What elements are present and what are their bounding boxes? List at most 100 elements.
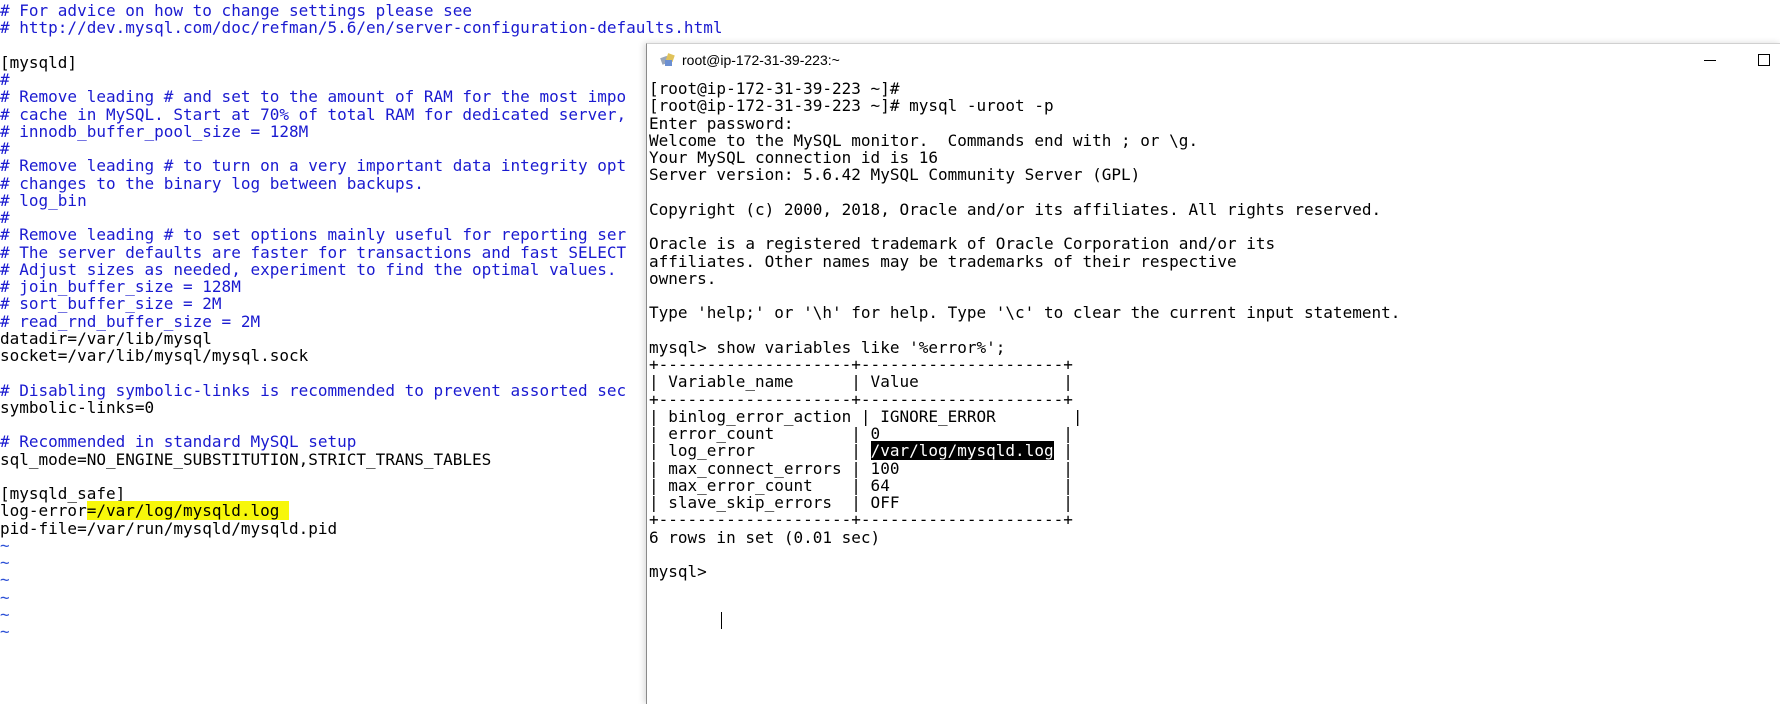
vim-empty-line-marker: ~ — [0, 536, 10, 555]
terminal-line: Server version: 5.6.42 MySQL Community S… — [649, 165, 1140, 184]
editor-line: # join_buffer_size = 128M — [0, 277, 241, 296]
editor-line: # cache in MySQL. Start at 70% of total … — [0, 105, 626, 124]
terminal-line: Oracle is a registered trademark of Orac… — [649, 234, 1275, 253]
editor-line-text: # Adjust sizes as needed, experiment to … — [0, 259, 617, 279]
terminal-line-text: +--------------------+------------------… — [649, 510, 1073, 530]
terminal-line-text: mysql> show variables like '%error%'; — [649, 337, 1006, 357]
terminal-titlebar[interactable]: root@ip-172-31-39-223:~ — [647, 44, 1780, 76]
vim-empty-line-marker: ~ — [0, 553, 10, 572]
editor-line-text: ~ — [0, 622, 10, 641]
editor-line-text: # For advice on how to change settings p… — [0, 1, 473, 20]
editor-line: # Remove leading # to turn on a very imp… — [0, 156, 626, 175]
editor-line-text: datadir=/var/lib/mysql — [0, 328, 212, 348]
terminal-line: Type 'help;' or '\h' for help. Type '\c'… — [649, 303, 1400, 322]
editor-line-text: # Disabling symbolic-links is recommende… — [0, 380, 627, 400]
editor-line: # For advice on how to change settings p… — [0, 1, 472, 20]
terminal-line: affiliates. Other names may be trademark… — [649, 252, 1237, 271]
editor-line-text: # Remove leading # to set options mainly… — [0, 225, 627, 245]
terminal-line-text: Welcome to the MySQL monitor. Commands e… — [649, 130, 1199, 150]
editor-line-text: ~ — [0, 553, 10, 572]
terminal-line-text: Your MySQL connection id is 16 — [649, 148, 938, 167]
editor-line-text: sql_mode=NO_ENGINE_SUBSTITUTION,STRICT_T… — [0, 449, 492, 469]
editor-line-text: ~ — [0, 535, 10, 555]
terminal-line: | max_error_count | 64 | — [649, 476, 1073, 495]
terminal-line-text: [root@ip-172-31-39-223 ~]# — [649, 79, 900, 98]
vim-empty-line-marker: ~ — [0, 605, 10, 624]
terminal-line-text: Oracle is a registered trademark of Orac… — [649, 234, 1276, 254]
selected-log-path[interactable]: /var/log/mysqld.log — [870, 441, 1054, 461]
editor-line: symbolic-links=0 — [0, 398, 154, 417]
terminal-line: [root@ip-172-31-39-223 ~]# — [649, 79, 899, 98]
terminal-line-text: | max_connect_errors | 100 | — [649, 458, 1073, 478]
terminal-title: root@ip-172-31-39-223:~ — [682, 52, 840, 68]
vim-empty-line-marker: ~ — [0, 588, 10, 607]
terminal-line: 6 rows in set (0.01 sec) — [649, 528, 880, 547]
terminal-line-text: | max_error_count | 64 | — [649, 475, 1073, 495]
terminal-line-text: Server version: 5.6.42 MySQL Community S… — [649, 165, 1141, 185]
terminal-line-text: | slave_skip_errors | OFF | — [649, 493, 1073, 512]
editor-line: datadir=/var/lib/mysql — [0, 329, 212, 348]
terminal-line: owners. — [649, 269, 716, 288]
editor-line-text: # cache in MySQL. Start at 70% of total … — [0, 104, 627, 124]
editor-line-text: [mysqld_safe] — [0, 484, 126, 503]
editor-line: [mysqld_safe] — [0, 484, 125, 503]
terminal-window[interactable]: root@ip-172-31-39-223:~ [root@ip-172-31-… — [646, 43, 1780, 704]
editor-line-text: # log_bin — [0, 190, 87, 210]
terminal-line: | max_connect_errors | 100 | — [649, 459, 1073, 478]
editor-line-text: [mysqld] — [0, 52, 78, 72]
editor-line-text: pid-file=/var/run/mysqld/mysqld.pid — [0, 518, 338, 538]
editor-line: # Adjust sizes as needed, experiment to … — [0, 260, 617, 279]
editor-line-text: # — [0, 139, 10, 158]
editor-line-text: # — [0, 208, 10, 227]
terminal-line-text: 6 rows in set (0.01 sec) — [649, 527, 881, 547]
editor-line: # sort_buffer_size = 2M — [0, 294, 222, 313]
terminal-line-text: Copyright (c) 2000, 2018, Oracle and/or … — [649, 199, 1382, 219]
editor-line: # read_rnd_buffer_size = 2M — [0, 312, 260, 331]
editor-line-text: # changes to the binary log between back… — [0, 173, 424, 193]
terminal-line: +--------------------+------------------… — [649, 390, 1073, 409]
editor-line-text: symbolic-links=0 — [0, 397, 155, 417]
editor-line-text: # The server defaults are faster for tra… — [0, 242, 627, 262]
editor-line-text: # http://dev.mysql.com/doc/refman/5.6/en… — [0, 18, 723, 38]
terminal-line: +--------------------+------------------… — [649, 510, 1073, 529]
terminal-line-text: | Variable_name | Value | — [649, 372, 1073, 392]
maximize-icon — [1758, 54, 1770, 66]
vim-empty-line-marker: ~ — [0, 570, 10, 589]
terminal-line-text: +--------------------+------------------… — [649, 389, 1073, 409]
minimize-button[interactable] — [1687, 44, 1733, 76]
editor-line: # log_bin — [0, 191, 87, 210]
editor-line-text: # Remove leading # and set to the amount… — [0, 87, 627, 107]
terminal-line: | binlog_error_action | IGNORE_ERROR | — [649, 407, 1082, 426]
terminal-line-text: affiliates. Other names may be trademark… — [649, 251, 1237, 271]
editor-line-text: ~ — [0, 604, 10, 624]
editor-line-text: ~ — [0, 587, 10, 607]
terminal-line-text: +--------------------+------------------… — [649, 355, 1073, 374]
terminal-line-text: | binlog_error_action | IGNORE_ERROR | — [649, 406, 1083, 426]
vim-empty-line-marker: ~ — [0, 622, 10, 641]
minimize-icon — [1704, 60, 1716, 61]
terminal-line: +--------------------+------------------… — [649, 355, 1073, 374]
maximize-button[interactable] — [1741, 44, 1780, 76]
terminal-line-text: | error_count | 0 | — [649, 424, 1073, 443]
editor-line: # innodb_buffer_pool_size = 128M — [0, 122, 308, 141]
terminal-line: Copyright (c) 2000, 2018, Oracle and/or … — [649, 200, 1381, 219]
editor-line: # Remove leading # to set options mainly… — [0, 225, 626, 244]
editor-line: # changes to the binary log between back… — [0, 174, 424, 193]
terminal-line: | error_count | 0 | — [649, 424, 1073, 443]
terminal-line: mysql> show variables like '%error%'; — [649, 338, 1005, 357]
editor-line: # http://dev.mysql.com/doc/refman/5.6/en… — [0, 18, 722, 37]
terminal-line: Enter password: — [649, 114, 794, 133]
editor-line: socket=/var/lib/mysql/mysql.sock — [0, 346, 308, 365]
editor-line-text: socket=/var/lib/mysql/mysql.sock — [0, 346, 309, 365]
editor-line: sql_mode=NO_ENGINE_SUBSTITUTION,STRICT_T… — [0, 450, 491, 469]
editor-line-text: # Remove leading # to turn on a very imp… — [0, 156, 627, 176]
terminal-line: mysql> — [649, 562, 716, 581]
editor-line: # — [0, 208, 10, 227]
terminal-line: | slave_skip_errors | OFF | — [649, 493, 1073, 512]
editor-line: # Remove leading # and set to the amount… — [0, 87, 626, 106]
terminal-line: Your MySQL connection id is 16 — [649, 148, 938, 167]
editor-line: log-error=/var/log/mysqld.log — [0, 501, 289, 521]
editor-line: # Disabling symbolic-links is recommende… — [0, 381, 626, 400]
terminal-cursor — [721, 612, 722, 629]
terminal-line: | log_error | /var/log/mysqld.log | — [649, 441, 1073, 461]
